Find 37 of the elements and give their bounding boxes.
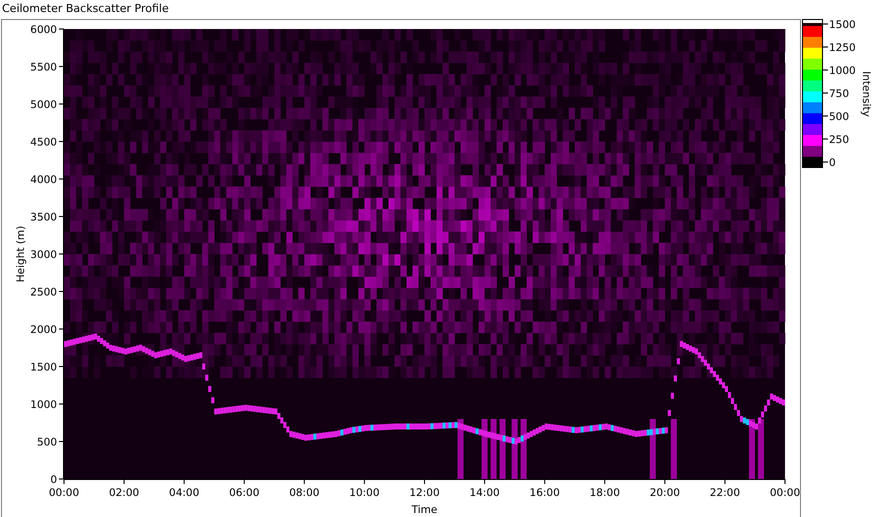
axis-tick-label: 00:00: [48, 487, 80, 499]
axis-tick-label: 4500: [30, 136, 57, 148]
axis-tick-label: 16:00: [530, 487, 560, 499]
axis-tick-label: 5000: [30, 99, 57, 111]
axis-tick-label: 2000: [30, 324, 57, 336]
axis-title: Time: [412, 504, 438, 516]
axis-tick-label: 02:00: [108, 487, 140, 499]
axis-tick-label: 500: [36, 436, 57, 448]
axis-tick-label: 250: [829, 134, 850, 146]
axis-tick-label: 2500: [30, 286, 57, 298]
axis-tick-label: 12:00: [409, 487, 440, 499]
axis-tick-label: 08:00: [289, 487, 320, 499]
axis-tick-label: 750: [829, 88, 850, 100]
axis-tick-label: 1000: [30, 399, 57, 411]
window-title: Ceilometer Backscatter Profile: [1, 1, 170, 16]
axis-tick-label: 1500: [829, 19, 856, 31]
axis-tick-label: 5500: [30, 62, 57, 74]
axis-tick-label: 500: [829, 111, 850, 123]
axis-tick-label: 0: [50, 474, 57, 486]
axis-tick-label: 1250: [829, 42, 856, 54]
axis-tick-label: 1500: [30, 362, 57, 374]
axis-tick-label: 06:00: [229, 487, 260, 499]
axis-tick-label: 1000: [829, 65, 856, 77]
axis-tick-label: 18:00: [590, 487, 620, 499]
axis-tick-label: 04:00: [169, 487, 200, 499]
axis-tick-label: 4000: [30, 174, 57, 186]
axis-tick-label: 3500: [30, 212, 57, 224]
axis-tick-label: 14:00: [469, 487, 500, 499]
axis-tick-label: 0: [829, 157, 836, 169]
axis-tick-label: 22:00: [710, 487, 740, 499]
axis-tick-label: 3000: [30, 249, 57, 261]
axis-tick-label: 6000: [30, 24, 57, 36]
axis-title: Intensity: [860, 71, 872, 117]
axis-tick-label: 10:00: [349, 487, 380, 499]
axis-tick-label: 00:00: [770, 487, 800, 499]
axis-title: Height (m): [15, 226, 27, 282]
axis-tick-label: 20:00: [650, 487, 680, 499]
